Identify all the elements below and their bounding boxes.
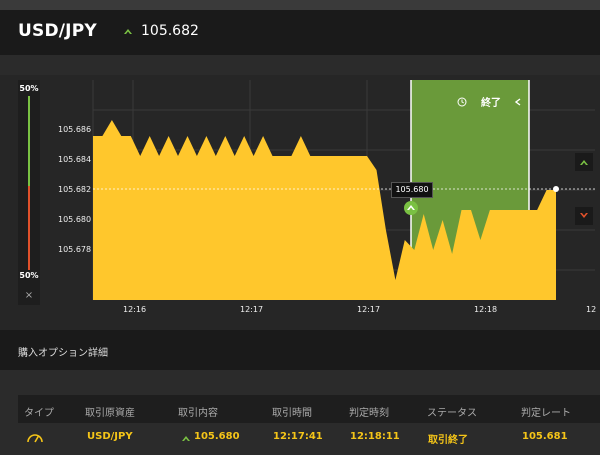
row-judge-time: 12:18:11	[350, 431, 400, 442]
header-bar: USD/JPY 105.682	[0, 10, 600, 55]
y-tick-label: 105.682	[58, 185, 92, 194]
row-asset: USD/JPY	[87, 431, 133, 442]
details-title: 購入オプション詳細	[18, 348, 108, 359]
spacer	[0, 55, 600, 75]
col-status: ステータス	[427, 408, 477, 419]
clock-icon	[457, 97, 467, 106]
top-strip	[0, 0, 600, 10]
chevron-left-icon[interactable]	[515, 97, 521, 106]
col-judge-time: 判定時刻	[349, 408, 389, 419]
end-label: 終了	[457, 94, 521, 109]
row-status: 取引終了	[428, 435, 468, 446]
details-section-header: 購入オプション詳細	[0, 330, 600, 370]
row-content: 105.680	[194, 431, 240, 442]
col-type: タイプ	[24, 408, 54, 419]
y-tick-label: 105.686	[58, 125, 92, 134]
put-button[interactable]	[575, 207, 593, 225]
x-tick-label: 12:18	[474, 305, 498, 314]
x-tick-label: 12	[586, 305, 597, 314]
up-arrow-icon	[182, 436, 190, 441]
up-arrow-icon	[580, 160, 588, 165]
entry-marker	[404, 201, 418, 215]
y-tick-label: 105.680	[58, 215, 92, 224]
end-text: 終了	[481, 98, 501, 109]
entry-price-callout: 105.680	[391, 182, 433, 198]
price-display: 105.682	[123, 23, 199, 39]
pair-title: USD/JPY	[18, 21, 97, 41]
x-tick-label: 12:16	[123, 305, 147, 314]
current-price: 105.682	[141, 23, 199, 39]
speedometer-icon	[27, 434, 43, 443]
x-tick-label: 12:17	[357, 305, 381, 314]
row-trade-time: 12:17:41	[273, 431, 323, 442]
x-tick-label: 12:17	[240, 305, 264, 314]
current-level-marker	[553, 186, 559, 192]
price-chart	[92, 80, 595, 300]
table-row[interactable]: USD/JPY 105.680 12:17:41 12:18:11 取引終了 1…	[0, 423, 600, 455]
down-arrow-icon	[580, 213, 588, 218]
call-button[interactable]	[575, 153, 593, 171]
col-asset: 取引原資産	[85, 408, 135, 419]
col-rate: 判定レート	[521, 408, 571, 419]
y-tick-label: 105.678	[58, 245, 92, 254]
y-tick-label: 105.684	[58, 155, 92, 164]
col-trade-time: 取引時間	[272, 408, 312, 419]
row-rate: 105.681	[522, 431, 568, 442]
col-content: 取引内容	[178, 408, 218, 419]
up-arrow-icon	[124, 29, 132, 34]
details-table-header: タイプ 取引原資産 取引内容 取引時間 判定時刻 ステータス 判定レート	[18, 395, 600, 423]
